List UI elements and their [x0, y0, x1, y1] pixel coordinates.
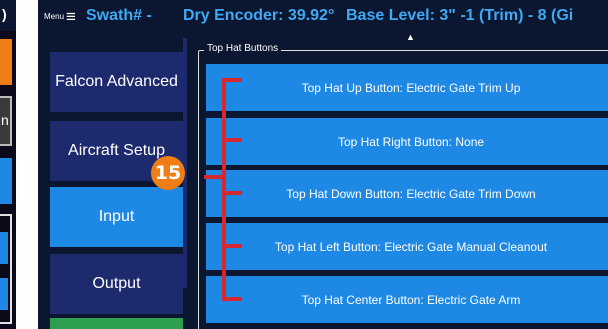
top-hat-down-button[interactable]: Top Hat Down Button: Electric Gate Trim …: [206, 170, 608, 217]
menu-label: Menu: [44, 12, 65, 21]
top-hat-right-button[interactable]: Top Hat Right Button: None ˅: [206, 118, 608, 165]
menu-button[interactable]: Menu ≡: [44, 8, 76, 25]
status-titlebar: Menu ≡ Swath# - Dry Encoder: 39.92° Base…: [38, 0, 608, 32]
sidebar-item-label: Output: [92, 275, 141, 292]
adjacent-gray-text: n: [1, 112, 9, 128]
annotation-bracket-arm: [222, 78, 242, 82]
adjacent-orange-button[interactable]: [0, 39, 12, 85]
sidebar-item-falcon-advanced[interactable]: Falcon Advanced: [50, 52, 183, 112]
swath-number: Swath# -: [86, 7, 152, 24]
sidebar-item-label: Aircraft Setup: [68, 142, 165, 159]
adjacent-gray-button[interactable]: n: [0, 96, 12, 146]
dry-encoder-readout: Dry Encoder: 39.92°: [183, 7, 335, 24]
sidebar-item-label: Falcon Advanced: [55, 73, 178, 90]
button-label: Top Hat Up Button: Electric Gate Trim Up: [301, 80, 521, 95]
annotation-bracket-arm: [222, 191, 242, 195]
adjacent-group-box: [0, 214, 12, 324]
group-title: Top Hat Buttons: [204, 43, 282, 54]
annotation-bracket-pointer: [204, 175, 224, 179]
adjacent-box-button-1[interactable]: [0, 232, 8, 264]
annotation-number-badge: 15: [151, 156, 185, 190]
button-label: Top Hat Down Button: Electric Gate Trim …: [286, 186, 536, 201]
annotation-bracket-arm: [222, 244, 242, 248]
annotation-bracket-arm: [222, 138, 242, 142]
button-label: Top Hat Right Button: None: [337, 134, 485, 149]
button-label: Top Hat Center Button: Electric Gate Arm: [301, 292, 521, 307]
sidebar-item-input[interactable]: Input: [50, 187, 183, 247]
sidebar-item-output[interactable]: Output: [50, 254, 183, 314]
app-window: Menu ≡ Swath# - Dry Encoder: 39.92° Base…: [38, 0, 608, 329]
sidebar-item-label: Input: [98, 208, 135, 225]
annotation-bracket-arm: [222, 297, 242, 301]
sidebar-item-partial[interactable]: [50, 318, 183, 329]
adjacent-title-fragment: ): [0, 0, 16, 31]
adjacent-box-button-2[interactable]: [0, 278, 8, 310]
base-level-readout: Base Level: 3" -1 (Trim) - 8 (Gi: [346, 7, 574, 24]
triangle-up-icon[interactable]: ▲: [406, 32, 415, 42]
top-hat-up-button[interactable]: Top Hat Up Button: Electric Gate Trim Up…: [206, 64, 608, 111]
top-hat-center-button[interactable]: Top Hat Center Button: Electric Gate Arm…: [206, 276, 608, 323]
adjacent-window-edge: ) n: [0, 0, 16, 329]
adjacent-blue-button[interactable]: [0, 158, 12, 204]
hamburger-icon: ≡: [66, 7, 76, 26]
annotation-bracket-spine: [222, 78, 226, 300]
top-hat-left-button[interactable]: Top Hat Left Button: Electric Gate Manua…: [206, 223, 608, 270]
button-label: Top Hat Left Button: Electric Gate Manua…: [274, 239, 548, 254]
sidebar-scrollbar[interactable]: [183, 38, 187, 288]
